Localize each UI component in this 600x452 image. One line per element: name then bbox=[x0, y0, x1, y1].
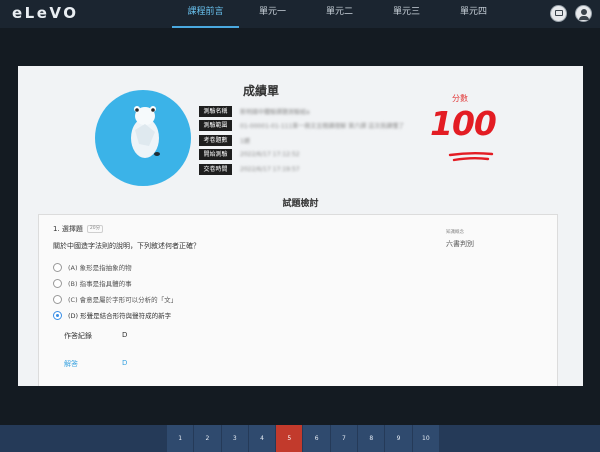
page-navigation: 1 2 3 4 5 6 7 8 9 10 bbox=[0, 425, 600, 452]
info-row-question-count: 考卷題數 1題 bbox=[199, 133, 404, 147]
page-button-10[interactable]: 10 bbox=[412, 425, 440, 452]
info-row-exam-scope: 測驗範圍 01-00001-01-111第一冊文言閱讀理解 第六課 這次我讀懂了 bbox=[199, 119, 404, 133]
message-button[interactable] bbox=[550, 5, 567, 22]
radio-icon bbox=[53, 278, 62, 288]
radio-icon bbox=[53, 294, 62, 304]
radio-icon bbox=[53, 262, 62, 272]
page-button-1[interactable]: 1 bbox=[167, 425, 195, 452]
question-points-badge: 20分 bbox=[86, 225, 104, 233]
top-nav-bar: eLeVO 課程前言 單元一 單元二 單元三 單元四 bbox=[0, 0, 600, 28]
solution-value: D bbox=[122, 359, 128, 367]
question-number: 1. 選擇題 bbox=[53, 225, 83, 233]
page-button-8[interactable]: 8 bbox=[358, 425, 386, 452]
polar-bear-icon bbox=[131, 106, 160, 158]
info-row-start-time: 開始測驗 2022/6/17 17:12:52 bbox=[199, 148, 404, 162]
knowledge-concept-value: 六書判別 bbox=[446, 240, 474, 248]
page-button-3[interactable]: 3 bbox=[221, 425, 249, 452]
answer-options: (A) 象形是指抽象的物 (B) 指事是指具體的事 (C) 會意是屬於字形可以分… bbox=[53, 259, 177, 323]
option-d[interactable]: (D) 形聲是結合形符與聲符成的新字 bbox=[53, 307, 177, 323]
radio-checked-icon bbox=[53, 310, 62, 320]
page-button-7[interactable]: 7 bbox=[330, 425, 359, 452]
elevo-logo[interactable]: eLeVO bbox=[12, 4, 79, 22]
unit-nav: 課程前言 單元一 單元二 單元三 單元四 bbox=[172, 0, 507, 28]
exam-info-list: 測驗名稱 新明國中體驗課題測驗組a 測驗範圍 01-00001-01-111第一… bbox=[199, 104, 404, 177]
knowledge-concept-label: 知識概念 bbox=[446, 230, 464, 235]
page-button-2[interactable]: 2 bbox=[194, 425, 222, 452]
review-section-title: 試題檢討 bbox=[282, 199, 319, 209]
answer-record-label: 作答紀錄 bbox=[64, 332, 92, 340]
page-button-4[interactable]: 4 bbox=[248, 425, 277, 452]
question-header: 1. 選擇題 20分 bbox=[53, 224, 104, 234]
user-menu-button[interactable] bbox=[575, 5, 592, 22]
nav-item-unit-4[interactable]: 單元四 bbox=[440, 0, 507, 28]
nav-item-unit-2[interactable]: 單元二 bbox=[306, 0, 373, 28]
option-a[interactable]: (A) 象形是指抽象的物 bbox=[53, 259, 177, 275]
score-label: 分數 bbox=[452, 94, 468, 103]
option-c[interactable]: (C) 會意是屬於字形可以分析的「文」 bbox=[53, 291, 177, 307]
solution-label[interactable]: 解答 bbox=[64, 359, 78, 369]
question-text: 關於中國造字法則的說明，下列敘述何者正確？ bbox=[53, 242, 200, 250]
option-b[interactable]: (B) 指事是指具體的事 bbox=[53, 275, 177, 291]
page-list: 1 2 3 4 5 6 7 8 9 10 bbox=[167, 425, 440, 452]
report-title: 成績單 bbox=[243, 84, 280, 98]
message-icon bbox=[555, 10, 563, 16]
page-button-9[interactable]: 9 bbox=[385, 425, 413, 452]
nav-item-intro[interactable]: 課程前言 bbox=[172, 0, 239, 28]
user-avatar-icon bbox=[581, 9, 587, 15]
nav-item-unit-3[interactable]: 單元三 bbox=[373, 0, 440, 28]
info-row-submit-time: 交卷時間 2022/6/17 17:19:57 bbox=[199, 162, 404, 176]
score-underline-icon bbox=[448, 152, 494, 162]
nav-item-unit-1[interactable]: 單元一 bbox=[239, 0, 306, 28]
page-button-5-current[interactable]: 5 bbox=[276, 425, 304, 452]
info-row-exam-name: 測驗名稱 新明國中體驗課題測驗組a bbox=[199, 104, 404, 118]
answer-record-value: D bbox=[122, 331, 128, 339]
page-button-6[interactable]: 6 bbox=[303, 425, 331, 452]
score-value: 100 bbox=[430, 104, 497, 143]
report-stage: 成績單 測驗名稱 新明國中體驗課題測驗組a 測驗範圍 01-00001-01-1… bbox=[18, 66, 583, 386]
question-card: 1. 選擇題 20分 關於中國造字法則的說明，下列敘述何者正確？ 知識概念 六書… bbox=[38, 214, 558, 386]
